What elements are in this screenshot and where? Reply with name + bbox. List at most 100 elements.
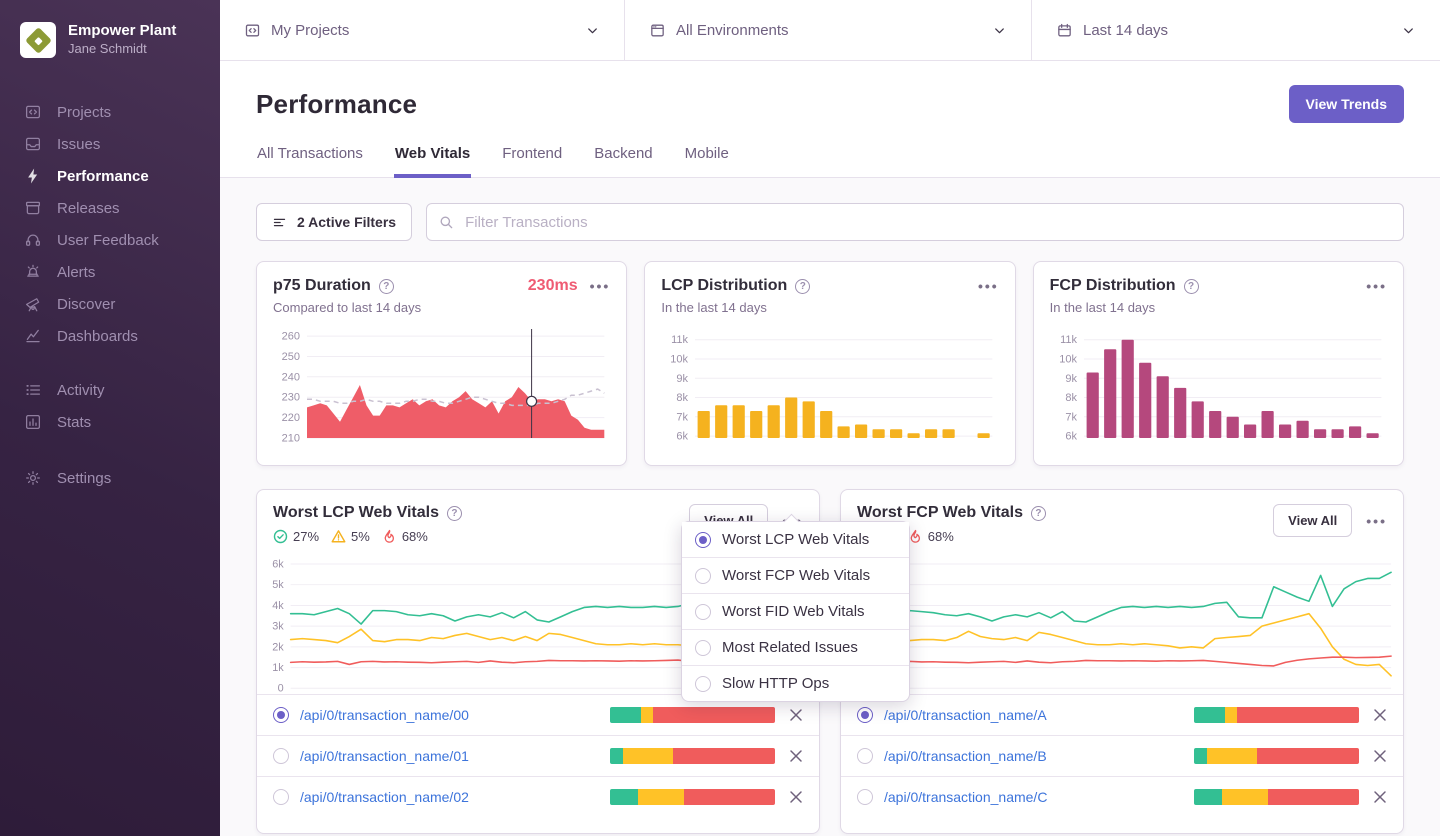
sidebar-item-projects[interactable]: Projects [0,96,220,128]
fcp-distribution-card: FCP Distribution ? ••• In the last 14 da… [1032,261,1404,466]
more-options-button[interactable]: ••• [1366,279,1387,293]
menu-item-worst-lcp[interactable]: Worst LCP Web Vitals [682,522,909,557]
vitals-distribution-bar [1194,707,1359,723]
sidebar-item-label: Issues [57,135,101,153]
help-icon[interactable]: ? [446,505,462,521]
transaction-link[interactable]: /api/0/transaction_name/02 [300,789,469,805]
close-icon[interactable] [1373,708,1387,722]
environment-filter-dropdown[interactable]: All Environments [625,0,1032,60]
svg-text:8k: 8k [677,392,689,404]
close-icon[interactable] [1373,790,1387,804]
discover-icon [25,298,40,312]
sidebar-item-discover[interactable]: Discover [0,288,220,320]
active-filters-button[interactable]: 2 Active Filters [256,203,413,241]
menu-item-worst-fcp[interactable]: Worst FCP Web Vitals [682,557,909,593]
sidebar-item-label: Alerts [57,263,96,281]
chevron-down-icon [1404,27,1413,33]
svg-text:220: 220 [282,412,300,424]
menu-radio [695,603,711,620]
svg-text:3k: 3k [272,621,284,633]
svg-text:260: 260 [282,331,300,343]
close-icon[interactable] [789,790,803,804]
more-options-button[interactable]: ••• [1366,514,1387,528]
tab-mobile[interactable]: Mobile [684,139,730,178]
search-icon [440,216,453,229]
row-radio[interactable] [273,748,289,764]
transaction-link[interactable]: /api/0/transaction_name/C [884,789,1047,805]
main-area: My Projects All Environments Last 14 day… [220,0,1440,836]
tab-frontend[interactable]: Frontend [501,139,563,178]
svg-text:11k: 11k [1060,334,1077,346]
view-all-button[interactable]: View All [1273,504,1353,537]
close-icon[interactable] [789,708,803,722]
sidebar-item-label: Activity [57,381,105,399]
project-filter-label: My Projects [271,21,350,39]
environment-icon [651,24,664,36]
row-radio[interactable] [857,748,873,764]
help-icon[interactable]: ? [1030,505,1046,521]
lcp-distribution-card: LCP Distribution ? ••• In the last 14 da… [644,261,1016,466]
sidebar-item-user-feedback[interactable]: User Feedback [0,224,220,256]
svg-text:10k: 10k [1059,354,1077,366]
sidebar-item-dashboards[interactable]: Dashboards [0,320,220,352]
gear-icon [26,471,40,485]
menu-radio [695,531,711,548]
svg-text:6k: 6k [677,431,689,443]
help-icon[interactable]: ? [795,278,811,294]
transaction-link[interactable]: /api/0/transaction_name/B [884,748,1047,764]
row-radio[interactable] [273,789,289,805]
help-icon[interactable]: ? [1183,278,1199,294]
page-header: Performance View Trends All Transactions… [220,61,1440,178]
mini-cards-row: p75 Duration ? 230ms ••• Compared to las… [256,261,1404,466]
transaction-link[interactable]: /api/0/transaction_name/A [884,707,1047,723]
sidebar-item-settings[interactable]: Settings [0,462,220,494]
lcp-distribution-chart[interactable]: 11k 10k 9k 8k 7k 6k [661,325,998,443]
worst-fcp-trend-chart[interactable]: 6k5k4k3k2k1k0 [841,548,1403,694]
row-radio[interactable] [857,789,873,805]
card-subtitle: In the last 14 days [1049,300,1156,315]
more-options-button[interactable]: ••• [590,279,611,293]
tab-backend[interactable]: Backend [593,139,653,178]
svg-text:5k: 5k [272,579,284,591]
sidebar: Empower Plant Jane Schmidt Projects Issu… [0,0,220,836]
sidebar-item-stats[interactable]: Stats [0,406,220,438]
row-radio[interactable] [273,707,289,723]
sidebar-nav: Projects Issues Performance Releases Use… [0,96,220,494]
svg-text:1k: 1k [272,662,284,674]
close-icon[interactable] [1373,749,1387,763]
view-trends-button[interactable]: View Trends [1288,85,1404,123]
org-switcher[interactable]: Empower Plant Jane Schmidt [0,0,220,68]
check-circle-icon [273,529,288,544]
date-range-dropdown[interactable]: Last 14 days [1032,0,1440,60]
sidebar-item-activity[interactable]: Activity [0,374,220,406]
transaction-link[interactable]: /api/0/transaction_name/01 [300,748,469,764]
search-input[interactable] [426,203,1404,241]
project-filter-dropdown[interactable]: My Projects [220,0,625,60]
p75-duration-chart[interactable]: 260 250 240 230 220 210 [273,325,610,443]
sidebar-item-label: Performance [57,167,149,185]
tab-web-vitals[interactable]: Web Vitals [393,139,472,178]
sidebar-item-alerts[interactable]: Alerts [0,256,220,288]
card-subtitle: Compared to last 14 days [273,300,422,315]
sidebar-item-releases[interactable]: Releases [0,192,220,224]
menu-item-worst-fid[interactable]: Worst FID Web Vitals [682,593,909,629]
close-icon[interactable] [789,749,803,763]
sidebar-item-performance[interactable]: Performance [0,160,220,192]
menu-radio [695,675,711,692]
card-title: Worst LCP Web Vitals [273,504,439,521]
table-row: /api/0/transaction_name/02 [257,776,819,817]
sidebar-item-label: Dashboards [57,327,138,345]
menu-item-slow-http-ops[interactable]: Slow HTTP Ops [682,665,909,701]
more-options-button[interactable]: ••• [978,279,999,293]
sidebar-item-label: Settings [57,469,112,487]
chart-selector-menu: Worst LCP Web Vitals Worst FCP Web Vital… [681,513,910,702]
tab-all-transactions[interactable]: All Transactions [256,139,364,178]
sidebar-item-issues[interactable]: Issues [0,128,220,160]
transaction-link[interactable]: /api/0/transaction_name/00 [300,707,469,723]
fcp-distribution-chart[interactable]: 11k 10k 9k 8k 7k 6k [1050,325,1387,443]
help-icon[interactable]: ? [378,278,394,294]
table-row: /api/0/transaction_name/B [841,735,1403,776]
row-radio[interactable] [857,707,873,723]
svg-text:6k: 6k [272,558,284,570]
menu-item-most-related-issues[interactable]: Most Related Issues [682,629,909,665]
